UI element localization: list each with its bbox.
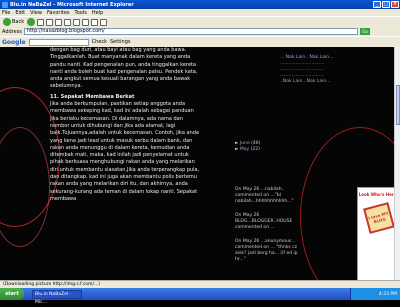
sidebar-links: ....Nak Lain...Nak Lain... .............… <box>280 55 355 85</box>
status-bar: (Downloading picture http://img.s.f.com/… <box>0 280 400 288</box>
comment-item[interactable]: On May 26 ...anonymous... commented on .… <box>235 239 305 263</box>
google-logo: Google <box>2 38 26 46</box>
post-paragraph: dengan bag duri, atau bayi atau bag yang… <box>50 47 198 90</box>
history-button[interactable] <box>82 18 90 26</box>
forward-button[interactable] <box>27 18 36 26</box>
recent-comments: On May 26 ...nabilah.. commented on ..."… <box>235 187 305 271</box>
refresh-button[interactable] <box>46 18 54 26</box>
back-button[interactable]: Back <box>2 18 25 26</box>
go-button[interactable]: Go <box>360 28 370 35</box>
blog-badge-icon: I love MY BLOG <box>362 202 395 234</box>
maximize-button[interactable]: □ <box>382 1 390 8</box>
address-label: Address <box>2 28 22 35</box>
google-search-input[interactable] <box>28 38 89 46</box>
sidebar-link[interactable]: ..Nak Lain...Nak Lain... <box>280 79 355 85</box>
clock: 4:33 PM <box>378 291 397 297</box>
google-toolbar: Google Check Settings <box>0 36 400 47</box>
back-arrow-icon <box>3 18 11 26</box>
menu-favorites[interactable]: Favorites <box>47 10 70 16</box>
start-button[interactable]: start <box>0 288 24 300</box>
ad-title: Look Who's Here! <box>358 192 399 197</box>
scrollbar-thumb[interactable] <box>396 85 400 125</box>
google-check-button[interactable]: Check <box>92 39 107 45</box>
toolbar: Back <box>0 16 400 27</box>
archive-item[interactable]: ► May (22) <box>235 147 295 153</box>
menu-help[interactable]: Help <box>92 10 103 16</box>
window-title: Blu.in NaBaZel - Microsoft Internet Expl… <box>10 1 134 8</box>
menu-bar: File Edit View Favorites Tools Help <box>0 9 400 16</box>
menu-file[interactable]: File <box>2 10 10 16</box>
menu-tools[interactable]: Tools <box>75 10 87 16</box>
google-settings-button[interactable]: Settings <box>110 39 131 45</box>
system-tray: 4:33 PM <box>350 288 400 300</box>
menu-view[interactable]: View <box>30 10 42 16</box>
home-button[interactable] <box>55 18 63 26</box>
print-button[interactable] <box>100 18 108 26</box>
stop-button[interactable] <box>37 18 45 26</box>
address-input[interactable]: http://nasazblog.blogspot.com/ <box>23 28 358 35</box>
minimize-button[interactable]: _ <box>373 1 381 8</box>
post-heading: 11. Sepakat Membawa Berkat <box>50 93 135 100</box>
favorites-button[interactable] <box>73 18 81 26</box>
close-button[interactable]: × <box>391 1 399 8</box>
blog-post: dengan bag duri, atau bayi atau bag yang… <box>50 47 200 203</box>
page-content: dengan bag duri, atau bayi atau bag yang… <box>0 47 400 291</box>
taskbar-window-button[interactable]: Blu.in NaBaZel - Mic... <box>32 289 82 305</box>
mail-button[interactable] <box>91 18 99 26</box>
comment-item[interactable]: On May 26 BLOG...BLOGGER..HOUSE commente… <box>235 213 305 231</box>
comment-item[interactable]: On May 26 ...nabilah.. commented on ..."… <box>235 187 305 205</box>
menu-edit[interactable]: Edit <box>15 10 25 16</box>
taskbar: start Blu.in NaBaZel - Mic... 4:33 PM <box>0 288 400 305</box>
search-button[interactable] <box>64 18 72 26</box>
post-paragraph: Jika anda berkumpulan, pastikan setiap a… <box>50 101 200 202</box>
title-bar: Blu.in NaBaZel - Microsoft Internet Expl… <box>0 0 400 9</box>
blog-archive: ► June (46) ► May (22) <box>235 141 295 153</box>
vertical-scrollbar[interactable] <box>394 47 400 280</box>
address-bar: Address http://nasazblog.blogspot.com/ G… <box>0 27 400 36</box>
ie-icon <box>2 1 8 8</box>
